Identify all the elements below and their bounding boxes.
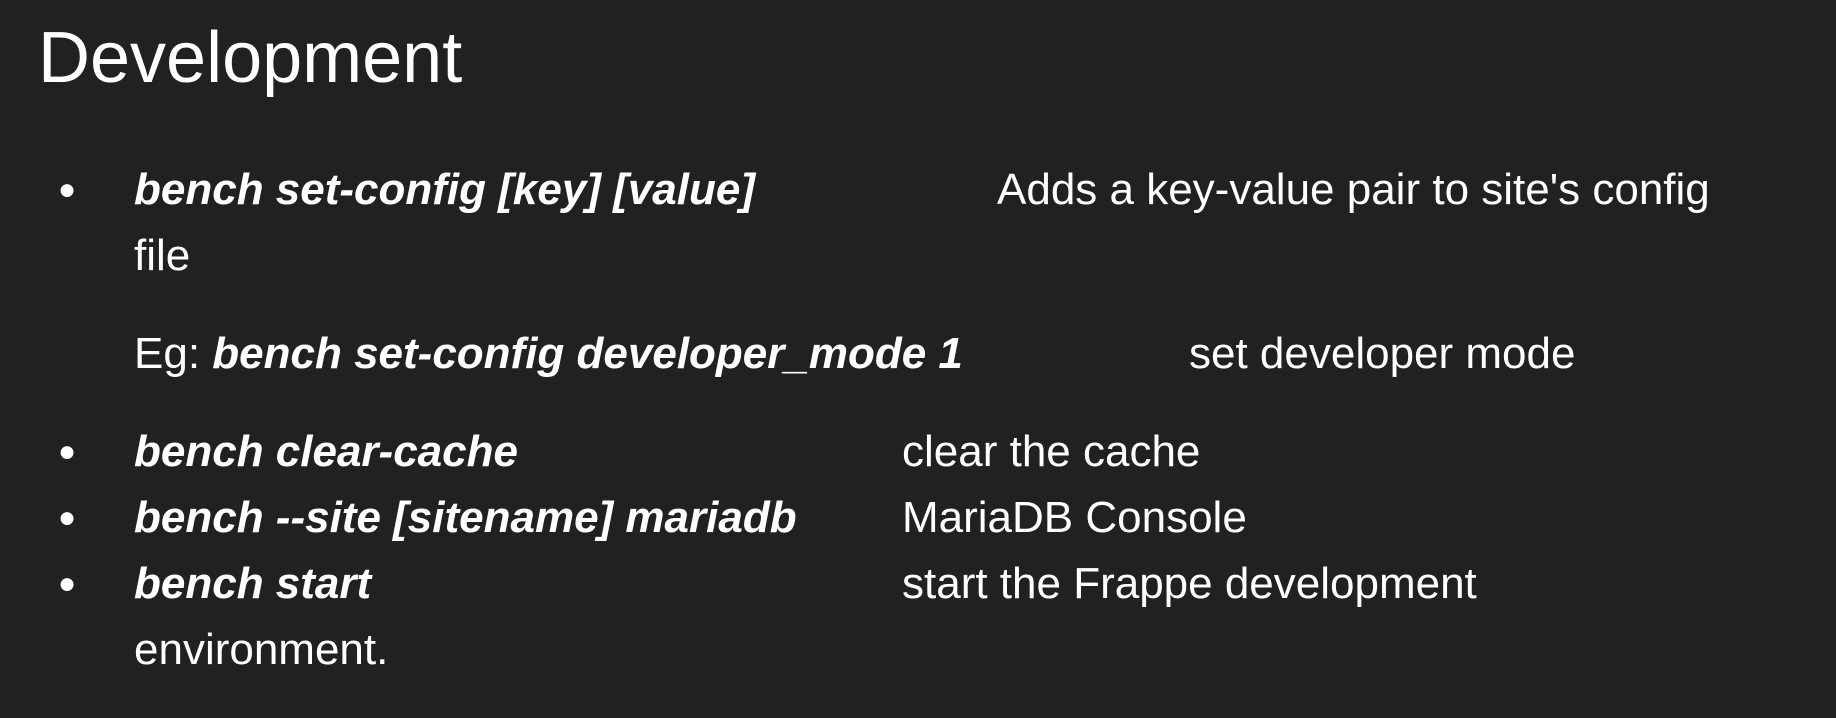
command-description: start the Frappe development [902,559,1477,608]
command-description: Adds a key-value pair to site's config [997,165,1710,214]
bullet-icon: ● [58,435,77,468]
bullet-icon: ● [58,173,77,206]
slide-title: Development [38,18,463,98]
bullet-icon: ● [58,567,77,600]
example-command: bench set-config developer_mode 1 [212,329,963,378]
command-description: clear the cache [902,427,1201,476]
command-description-continuation: environment. [134,625,389,674]
command-description: MariaDB Console [902,493,1247,542]
bullet-icon: ● [58,501,77,534]
command-text: bench clear-cache [134,427,518,476]
command-text: bench set-config [key] [value] [134,165,756,214]
example-prefix: Eg: [134,329,213,378]
example-line: Eg: bench set-config developer_mode 1 [134,328,963,380]
example-description: set developer mode [1189,329,1576,378]
command-description-continuation: file [134,231,191,280]
command-text: bench --site [sitename] mariadb [134,493,797,542]
command-text: bench start [134,559,372,608]
